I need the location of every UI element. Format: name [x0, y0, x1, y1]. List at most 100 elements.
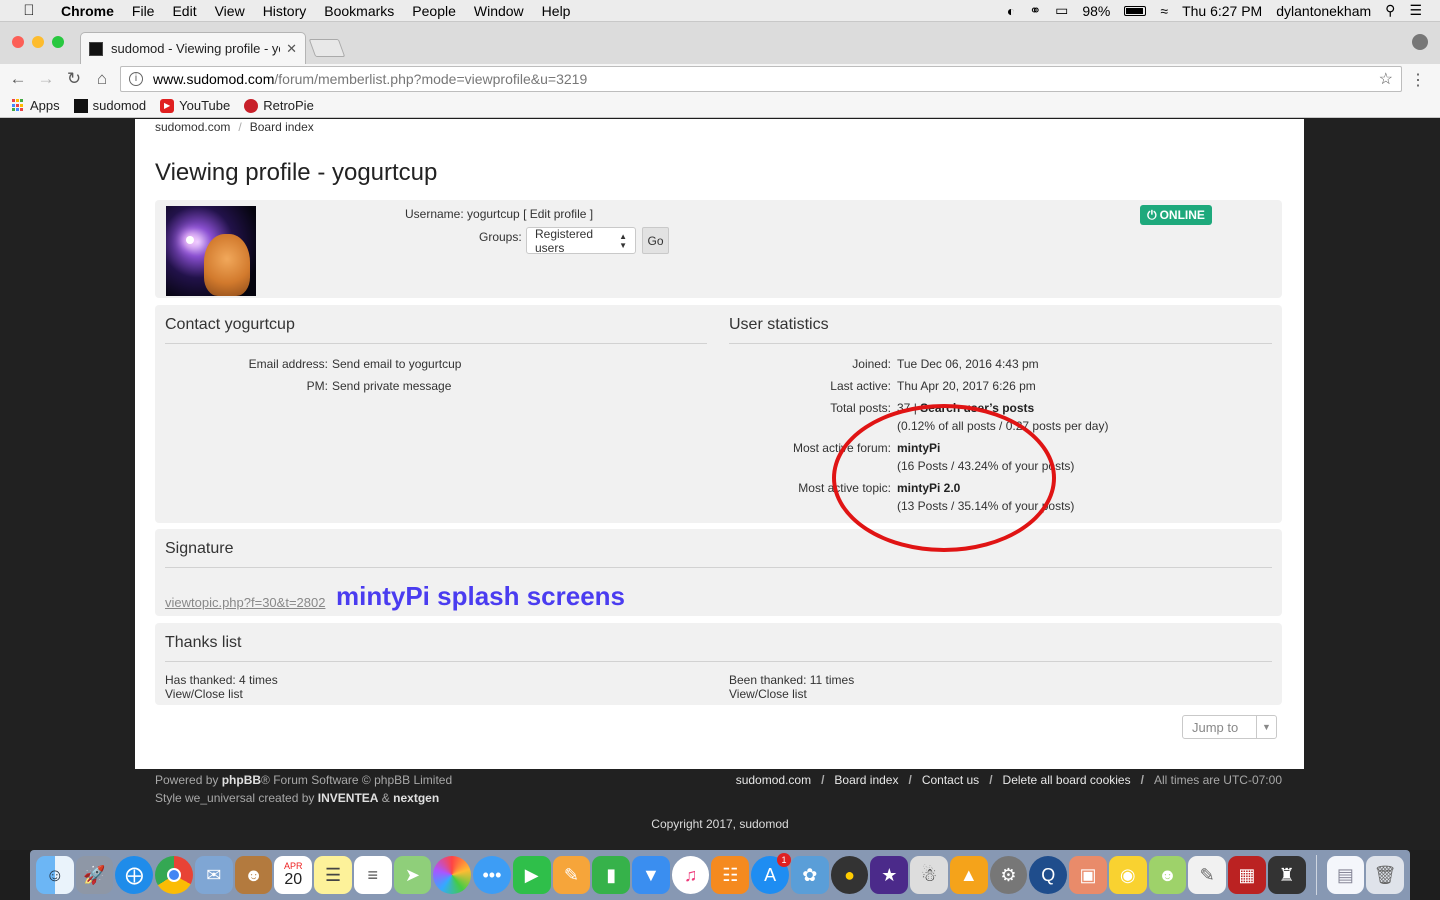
home-icon[interactable]: ⌂ [88, 69, 116, 89]
pages-icon[interactable]: ✎ [552, 856, 591, 894]
bookmark-sudomod[interactable]: sudomod [73, 98, 146, 113]
finder-icon[interactable]: ☺ [36, 856, 74, 894]
menu-history[interactable]: History [254, 3, 316, 19]
keynote-icon[interactable]: ▼ [632, 856, 670, 894]
bookmark-youtube[interactable]: ▶ YouTube [160, 98, 230, 113]
footer-link-contact[interactable]: Contact us [922, 773, 979, 787]
breadcrumb-board-index-link[interactable]: Board index [250, 120, 314, 134]
user-name[interactable]: dylantonekham [1276, 3, 1371, 19]
email-link[interactable]: Send email to yogurtcup [332, 357, 461, 371]
phpbb-link[interactable]: phpBB [222, 773, 261, 787]
numbers-icon[interactable]: ▮ [592, 856, 631, 894]
textedit-icon[interactable]: ✎ [1188, 856, 1227, 894]
footer-link-board-index[interactable]: Board index [834, 773, 898, 787]
photo-booth-icon[interactable]: ▦ [1228, 856, 1266, 894]
zoom-window-button[interactable] [52, 36, 64, 48]
footer-link-sudomod[interactable]: sudomod.com [736, 773, 811, 787]
view-close-list-link[interactable]: View/Close list [729, 687, 807, 701]
signature-heading: Signature [165, 540, 234, 557]
messages-icon[interactable]: ••• [473, 856, 511, 894]
notes-icon[interactable]: ☰ [314, 856, 352, 894]
profile-panel: Username: yogurtcup [ Edit profile ] Gro… [155, 200, 1282, 298]
apple-icon[interactable]:  [18, 2, 40, 19]
photos-icon[interactable] [433, 856, 472, 894]
address-bar[interactable]: i www.sudomod.com/forum/memberlist.php?m… [120, 66, 1402, 92]
game-icon[interactable]: ☻ [1148, 856, 1187, 894]
menu-file[interactable]: File [123, 3, 164, 19]
chess-icon[interactable]: ♜ [1267, 856, 1306, 894]
itunes-icon[interactable]: ♫ [671, 856, 710, 894]
battery-percent[interactable]: 98% [1082, 3, 1110, 19]
document-icon[interactable]: ▤ [1326, 856, 1365, 894]
back-icon[interactable]: ← [4, 69, 32, 89]
active-topic-link[interactable]: mintyPi 2.0 [897, 481, 960, 495]
spotlight-icon[interactable]: ⚲ [1385, 2, 1395, 19]
jump-to-button[interactable]: Jump to ▼ [1182, 715, 1277, 739]
menu-app-name[interactable]: Chrome [52, 3, 123, 19]
chrome-icon[interactable] [155, 856, 193, 894]
view-close-list-link[interactable]: View/Close list [165, 687, 243, 701]
safari-icon[interactable]: ⨁ [115, 856, 154, 894]
app-store-icon[interactable]: A1 [751, 853, 791, 894]
menu-edit[interactable]: Edit [163, 3, 205, 19]
edit-profile-link[interactable]: [ Edit profile ] [523, 207, 593, 221]
notification-center-icon[interactable]: ☰ [1409, 2, 1422, 19]
menu-window[interactable]: Window [465, 3, 533, 19]
bookmark-apps[interactable]: Apps [12, 98, 60, 113]
menu-people[interactable]: People [403, 3, 465, 19]
signature-url-link[interactable]: viewtopic.php?f=30&t=2802 [165, 595, 325, 610]
minimize-window-button[interactable] [32, 36, 44, 48]
close-window-button[interactable] [12, 36, 24, 48]
system-preferences-icon[interactable]: ⚙ [989, 856, 1028, 894]
preview-icon[interactable]: ▣ [1069, 856, 1107, 894]
fish-icon[interactable]: ✿ [790, 856, 829, 894]
airplay-icon[interactable]: ▭ [1055, 2, 1068, 19]
profile-icon[interactable] [1412, 34, 1428, 50]
facetime-icon[interactable]: ▶ [512, 856, 551, 894]
maps-icon[interactable]: ➤ [393, 856, 432, 894]
wifi-icon[interactable]: ≈ [1160, 3, 1168, 19]
site-info-icon[interactable]: i [129, 72, 143, 86]
details-panel: Contact yogurtcup Email address: Send em… [155, 305, 1282, 523]
cyberduck-icon[interactable]: ◉ [1108, 856, 1147, 894]
menu-bookmarks[interactable]: Bookmarks [315, 3, 403, 19]
inventea-link[interactable]: INVENTEA [318, 791, 379, 805]
signature-title-link[interactable]: mintyPi splash screens [336, 581, 625, 612]
reload-icon[interactable]: ↻ [60, 69, 88, 89]
groups-select[interactable]: Registered users ▲ ▼ [526, 227, 636, 255]
reminders-icon[interactable]: ≡ [353, 856, 392, 894]
bookmark-retropie[interactable]: RetroPie [244, 98, 314, 113]
close-tab-icon[interactable]: ✕ [286, 41, 297, 57]
creative-cloud-icon[interactable]: ⚭ [1029, 2, 1041, 19]
imovie-icon[interactable]: ★ [870, 856, 909, 894]
trash-icon[interactable]: 🗑 [1366, 856, 1404, 894]
bookmark-star-icon[interactable]: ☆ [1379, 69, 1393, 89]
vlc-icon[interactable]: ▲ [949, 856, 988, 894]
pm-link[interactable]: Send private message [332, 379, 451, 393]
clock[interactable]: Thu 6:27 PM [1182, 3, 1262, 19]
forward-icon[interactable]: → [32, 69, 60, 89]
footer-style: Style we_universal created by INVENTEA &… [155, 791, 440, 805]
search-posts-link[interactable]: Search user’s posts [920, 401, 1034, 415]
mail-icon[interactable]: ✉ [194, 856, 233, 894]
divider [165, 661, 1272, 662]
menu-view[interactable]: View [206, 3, 254, 19]
calendar-icon[interactable]: APR 20 [274, 856, 313, 894]
nextgen-link[interactable]: nextgen [393, 791, 439, 805]
ibooks-icon[interactable]: ☷ [711, 856, 750, 894]
contrast-icon[interactable]: ◐ [1007, 3, 1015, 19]
go-button[interactable]: Go [642, 227, 669, 254]
invader-icon[interactable]: ☃ [910, 856, 948, 894]
chrome-menu-icon[interactable]: ⋮ [1410, 70, 1426, 90]
tab-active[interactable]: sudomod - Viewing profile - yogurtcup ✕ [80, 32, 306, 64]
quicktime-icon[interactable]: Q [1029, 856, 1068, 894]
active-forum-link[interactable]: mintyPi [897, 441, 940, 455]
battery-icon[interactable] [1124, 5, 1147, 16]
new-tab-button[interactable] [308, 39, 346, 57]
footer-link-delete-cookies[interactable]: Delete all board cookies [1003, 773, 1131, 787]
breadcrumb-home-link[interactable]: sudomod.com [155, 120, 230, 134]
launchpad-icon[interactable]: 🚀 [75, 856, 114, 894]
disc-icon[interactable]: ● [830, 856, 869, 894]
contacts-icon[interactable]: ☻ [234, 856, 273, 894]
menu-help[interactable]: Help [533, 3, 580, 19]
